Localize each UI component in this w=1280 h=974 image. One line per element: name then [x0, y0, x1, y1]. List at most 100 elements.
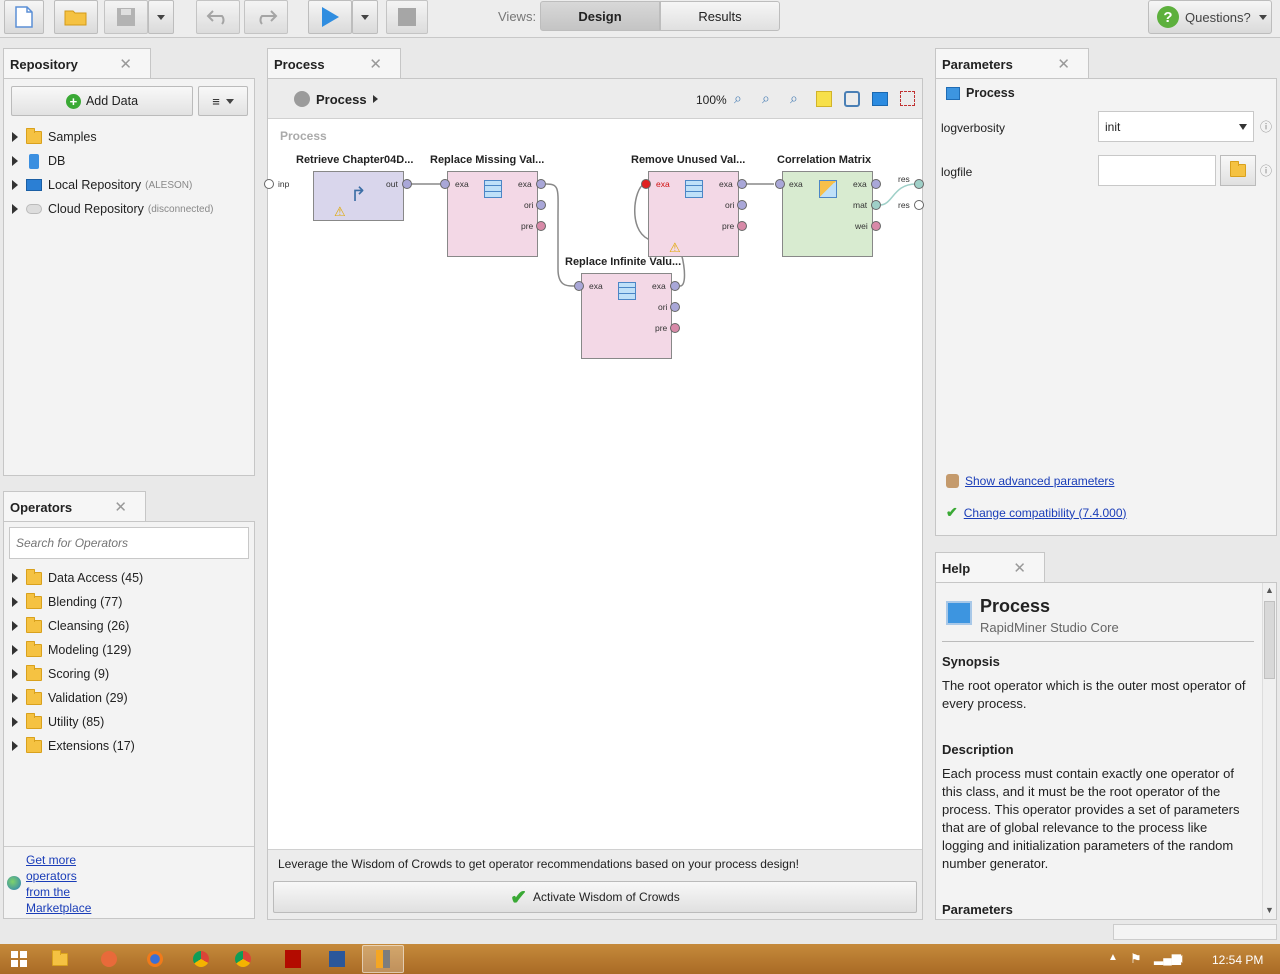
- taskbar-chrome[interactable]: [180, 945, 222, 973]
- stop-process-button[interactable]: [386, 0, 428, 34]
- scroll-down-icon[interactable]: ▼: [1265, 905, 1274, 915]
- output-port[interactable]: [737, 200, 747, 210]
- repo-item-db[interactable]: DB: [12, 151, 65, 171]
- expand-arrow-icon[interactable]: [12, 621, 18, 631]
- tab-help[interactable]: Help ✕: [935, 552, 1045, 583]
- close-icon[interactable]: ✕: [114, 498, 127, 516]
- expand-arrow-icon[interactable]: [12, 132, 18, 142]
- tab-process[interactable]: Process ✕: [267, 48, 401, 79]
- output-port[interactable]: [670, 302, 680, 312]
- taskbar-clock[interactable]: 12:54 PM: [1212, 953, 1263, 967]
- output-port[interactable]: [737, 221, 747, 231]
- expand-arrow-icon[interactable]: [12, 645, 18, 655]
- output-port[interactable]: [871, 221, 881, 231]
- save-options-dropdown[interactable]: [148, 0, 174, 34]
- taskbar-firefox[interactable]: [134, 945, 176, 973]
- expand-arrow-icon[interactable]: [12, 741, 18, 751]
- start-button[interactable]: [0, 945, 38, 973]
- show-advanced-link[interactable]: Show advanced parameters: [965, 474, 1114, 488]
- add-data-button[interactable]: + Add Data: [11, 86, 193, 116]
- run-options-dropdown[interactable]: [352, 0, 378, 34]
- operator-group-validation[interactable]: Validation (29): [12, 688, 128, 708]
- repo-item-cloud-repository[interactable]: Cloud Repository (disconnected): [12, 199, 213, 219]
- undo-button[interactable]: [196, 0, 240, 34]
- process-input-port[interactable]: [264, 179, 274, 189]
- breadcrumb[interactable]: Process: [294, 91, 378, 107]
- zoom-fit-icon[interactable]: ⌕: [734, 90, 742, 107]
- close-icon[interactable]: ✕: [119, 55, 132, 73]
- expand-arrow-icon[interactable]: [12, 156, 18, 166]
- operator-group-extensions[interactable]: Extensions (17): [12, 736, 135, 756]
- output-port[interactable]: [536, 179, 546, 189]
- scroll-up-icon[interactable]: ▲: [1265, 585, 1274, 595]
- input-port[interactable]: [775, 179, 785, 189]
- result-port[interactable]: [914, 179, 924, 189]
- output-port[interactable]: [737, 179, 747, 189]
- marketplace-link-line[interactable]: Get more: [26, 853, 76, 867]
- show-advanced-row[interactable]: Show advanced parameters: [946, 474, 1114, 488]
- marketplace-link-line[interactable]: operators: [26, 869, 77, 883]
- input-port[interactable]: [641, 179, 651, 189]
- zoom-out-icon[interactable]: ⌕: [790, 90, 798, 107]
- redo-button[interactable]: [244, 0, 288, 34]
- results-view-button[interactable]: Results: [660, 1, 780, 31]
- process-canvas[interactable]: Process inp Retrieve Chapter04D... ↱ ⚠ o…: [264, 119, 924, 849]
- browse-file-button[interactable]: [1220, 155, 1256, 186]
- taskbar-acrobat[interactable]: [272, 945, 314, 973]
- result-port[interactable]: [914, 200, 924, 210]
- expand-arrow-icon[interactable]: [12, 204, 18, 214]
- activate-wisdom-button[interactable]: ✔ Activate Wisdom of Crowds: [273, 881, 917, 913]
- expand-arrow-icon[interactable]: [12, 717, 18, 727]
- close-icon[interactable]: ✕: [1057, 55, 1070, 73]
- run-process-button[interactable]: [308, 0, 352, 34]
- arrange-operators-icon[interactable]: [900, 91, 915, 106]
- save-button[interactable]: [104, 0, 148, 34]
- scrollbar-thumb[interactable]: [1264, 601, 1275, 679]
- output-port[interactable]: [536, 221, 546, 231]
- taskbar-rapidminer[interactable]: [362, 945, 404, 973]
- close-icon[interactable]: ✕: [369, 55, 382, 73]
- logfile-input[interactable]: [1098, 155, 1216, 186]
- network-icon[interactable]: ▂▄▆: [1154, 951, 1181, 965]
- operator-search-input[interactable]: [9, 527, 249, 559]
- output-port[interactable]: [536, 200, 546, 210]
- repo-item-samples[interactable]: Samples: [12, 127, 97, 147]
- expand-arrow-icon[interactable]: [12, 180, 18, 190]
- input-port[interactable]: [574, 281, 584, 291]
- operator-group-scoring[interactable]: Scoring (9): [12, 664, 109, 684]
- add-note-icon[interactable]: [816, 91, 832, 107]
- show-ports-icon[interactable]: [872, 92, 888, 106]
- tab-parameters[interactable]: Parameters ✕: [935, 48, 1089, 79]
- questions-button[interactable]: ? Questions?: [1148, 0, 1272, 34]
- info-icon[interactable]: ⓘ: [1260, 118, 1272, 135]
- expand-arrow-icon[interactable]: [12, 693, 18, 703]
- operator-group-cleansing[interactable]: Cleansing (26): [12, 616, 129, 636]
- marketplace-link-line[interactable]: Marketplace: [26, 901, 91, 915]
- output-port[interactable]: [670, 281, 680, 291]
- open-process-button[interactable]: [54, 0, 98, 34]
- output-port[interactable]: [871, 200, 881, 210]
- repo-item-local-repository[interactable]: Local Repository (ALESON): [12, 175, 192, 195]
- taskbar-chrome-2[interactable]: [222, 945, 264, 973]
- volume-icon[interactable]: 🔈︎: [1178, 950, 1186, 967]
- change-compat-row[interactable]: ✔ Change compatibility (7.4.000): [946, 504, 1127, 521]
- tab-operators[interactable]: Operators ✕: [3, 491, 146, 522]
- action-center-flag-icon[interactable]: ⚑: [1130, 951, 1142, 967]
- expand-arrow-icon[interactable]: [12, 597, 18, 607]
- tab-repository[interactable]: Repository ✕: [3, 48, 151, 79]
- new-process-button[interactable]: [4, 0, 44, 34]
- marketplace-link[interactable]: Get more operators from the Marketplace: [26, 852, 91, 916]
- close-icon[interactable]: ✕: [1013, 559, 1026, 577]
- zoom-in-icon[interactable]: ⌕: [762, 90, 770, 107]
- taskbar-app-paint[interactable]: [88, 945, 130, 973]
- taskbar-word[interactable]: [316, 945, 358, 973]
- marketplace-link-line[interactable]: from the: [26, 885, 70, 899]
- operator-group-blending[interactable]: Blending (77): [12, 592, 122, 612]
- operator-group-utility[interactable]: Utility (85): [12, 712, 104, 732]
- help-scrollbar[interactable]: ▲ ▼: [1262, 583, 1276, 919]
- taskbar-file-explorer[interactable]: [42, 945, 84, 973]
- logverbosity-select[interactable]: init: [1098, 111, 1254, 142]
- show-hidden-icons[interactable]: ▲: [1108, 952, 1118, 963]
- output-port[interactable]: [402, 179, 412, 189]
- operator-group-modeling[interactable]: Modeling (129): [12, 640, 131, 660]
